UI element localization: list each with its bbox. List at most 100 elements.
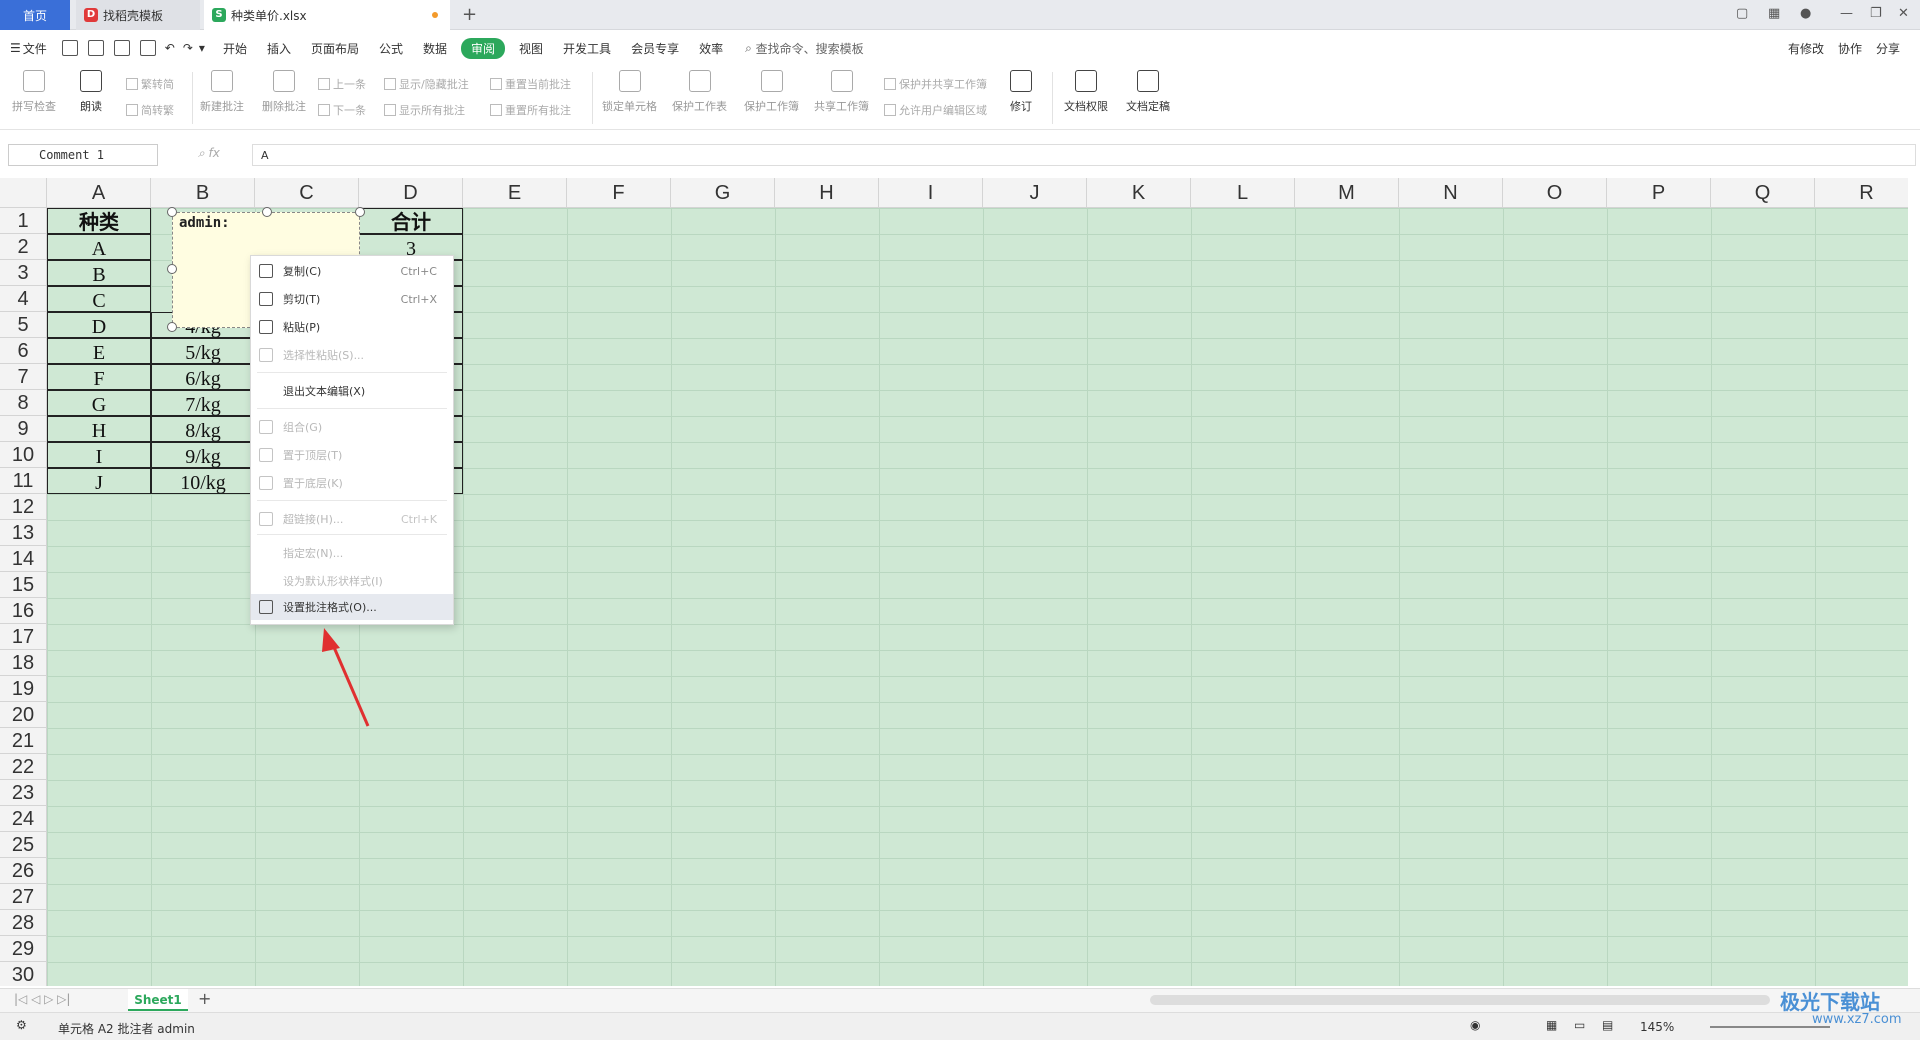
row-header-28[interactable]: 28 [0,910,47,936]
more-icon[interactable]: ▾ [197,41,213,55]
row-header-22[interactable]: 22 [0,754,47,780]
command-search[interactable]: ⌕ 查找命令、搜索模板 [745,40,864,57]
s2t-button[interactable]: 简转繁 [126,102,174,118]
prev-comment-button[interactable]: 上一条 [318,76,366,92]
row-header-16[interactable]: 16 [0,598,47,624]
protect-share-button[interactable]: 保护并共享工作簿 [884,76,987,92]
menu-efficiency[interactable]: 效率 [689,40,733,57]
cell-a8[interactable]: G [47,390,151,416]
allow-edit-button[interactable]: 允许用户编辑区域 [884,102,987,118]
name-box[interactable]: Comment 1 [8,144,158,166]
row-header-24[interactable]: 24 [0,806,47,832]
column-header-j[interactable]: J [983,178,1087,208]
column-header-o[interactable]: O [1503,178,1607,208]
fx-icon[interactable]: ⌕ fx [198,146,220,161]
reset-current-comment-button[interactable]: 重置当前批注 [490,76,571,92]
menu-start[interactable]: 开始 [213,40,257,57]
context-menu-item-4[interactable]: 选择性粘贴(S)... [251,342,453,368]
row-header-7[interactable]: 7 [0,364,47,390]
row-header-15[interactable]: 15 [0,572,47,598]
show-all-comments-button[interactable]: 显示所有批注 [384,102,465,118]
cell-a1[interactable]: 种类 [47,208,151,234]
menu-file[interactable]: 文件 [23,40,57,57]
cell-b11[interactable]: 10/kg [151,468,255,494]
close-icon[interactable]: ✕ [1898,6,1909,21]
column-header-q[interactable]: Q [1711,178,1815,208]
context-menu-item-1[interactable]: 复制(C) Ctrl+C [251,258,453,284]
context-menu-item-3[interactable]: 粘贴(P) [251,314,453,340]
add-sheet-icon[interactable]: + [198,989,211,1008]
page-break-icon[interactable]: ▤ [1602,1018,1613,1032]
context-menu-item-12[interactable]: 设置批注格式(O)... [251,594,453,620]
cell-b6[interactable]: 5/kg [151,338,255,364]
resize-handle[interactable] [355,207,365,217]
column-header-p[interactable]: P [1607,178,1711,208]
macro-icon[interactable]: ⚙ [16,1018,27,1032]
cell-a6[interactable]: E [47,338,151,364]
tab-home[interactable]: 首页 [0,0,70,30]
formula-input[interactable]: A [252,144,1916,166]
reset-all-comments-button[interactable]: 重置所有批注 [490,102,571,118]
tab-template[interactable]: D 找稻壳模板 [76,0,200,30]
column-header-i[interactable]: I [879,178,983,208]
cell-b8[interactable]: 7/kg [151,390,255,416]
cell-d1[interactable]: 合计 [359,208,463,234]
zoom-level[interactable]: 145% [1640,1020,1674,1034]
row-header-23[interactable]: 23 [0,780,47,806]
row-header-3[interactable]: 3 [0,260,47,286]
horizontal-scrollbar[interactable] [1150,995,1770,1005]
next-comment-button[interactable]: 下一条 [318,102,366,118]
cell-b7[interactable]: 6/kg [151,364,255,390]
context-menu-item-6[interactable]: 组合(G) [251,414,453,440]
context-menu-item-10[interactable]: 指定宏(N)... [251,540,453,566]
row-header-30[interactable]: 30 [0,962,47,986]
delete-comment-button[interactable]: 删除批注 [262,70,306,114]
protect-book-button[interactable]: 保护工作簿 [744,70,799,114]
row-header-25[interactable]: 25 [0,832,47,858]
row-header-5[interactable]: 5 [0,312,47,338]
track-changes-button[interactable]: 修订 [1010,70,1032,114]
sheet-tab[interactable]: Sheet1 [128,989,188,1011]
cell-b9[interactable]: 8/kg [151,416,255,442]
row-header-19[interactable]: 19 [0,676,47,702]
row-header-20[interactable]: 20 [0,702,47,728]
collab-button[interactable]: 协作 [1838,40,1862,57]
page-layout-icon[interactable]: ▭ [1574,1018,1585,1032]
cell-b10[interactable]: 9/kg [151,442,255,468]
normal-view-icon[interactable]: ▦ [1546,1018,1557,1032]
menu-data[interactable]: 数据 [413,40,457,57]
t2s-button[interactable]: 繁转简 [126,76,174,92]
cell-a2[interactable]: A [47,234,151,260]
menu-insert[interactable]: 插入 [257,40,301,57]
context-menu-item-5[interactable]: 退出文本编辑(X) [251,378,453,404]
row-header-27[interactable]: 27 [0,884,47,910]
context-menu-item-9[interactable]: 超链接(H)... Ctrl+K [251,506,453,532]
preview-icon[interactable] [139,40,156,56]
cell-a7[interactable]: F [47,364,151,390]
export-icon[interactable] [87,40,104,56]
row-header-4[interactable]: 4 [0,286,47,312]
row-header-26[interactable]: 26 [0,858,47,884]
context-menu-item-2[interactable]: 剪切(T) Ctrl+X [251,286,453,312]
spell-check-button[interactable]: 拼写检查 [12,70,56,114]
layout-icon[interactable]: ▢ [1736,6,1748,21]
redo-icon[interactable]: ↷ [179,41,197,55]
menu-view[interactable]: 视图 [509,40,553,57]
menu-layout[interactable]: 页面布局 [301,40,369,57]
column-header-k[interactable]: K [1087,178,1191,208]
print-icon[interactable] [113,40,130,56]
column-header-e[interactable]: E [463,178,567,208]
column-header-d[interactable]: D [359,178,463,208]
avatar[interactable]: ● [1800,6,1811,21]
row-header-21[interactable]: 21 [0,728,47,754]
column-header-l[interactable]: L [1191,178,1295,208]
row-header-17[interactable]: 17 [0,624,47,650]
row-header-10[interactable]: 10 [0,442,47,468]
context-menu-item-8[interactable]: 置于底层(K) [251,470,453,496]
protect-sheet-button[interactable]: 保护工作表 [672,70,727,114]
modified-button[interactable]: 有修改 [1788,40,1824,57]
undo-icon[interactable]: ↶ [161,41,179,55]
share-button[interactable]: 分享 [1876,40,1900,57]
save-icon[interactable] [61,40,78,56]
eye-protect-icon[interactable]: ◉ [1470,1018,1480,1032]
